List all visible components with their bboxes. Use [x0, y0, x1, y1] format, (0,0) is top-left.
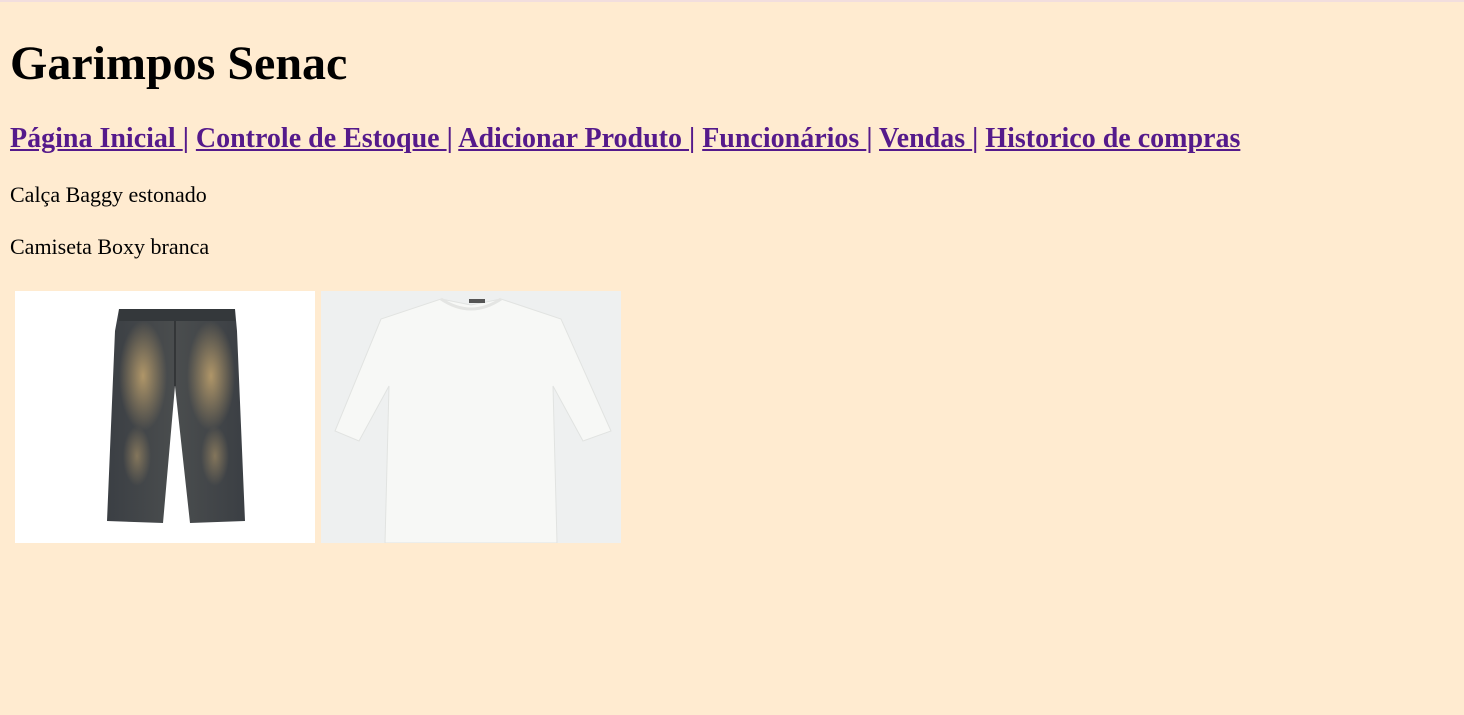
product-name-calca: Calça Baggy estonado [10, 182, 207, 207]
nav-separator: | [866, 123, 873, 154]
nav-link-historico-de-compras[interactable]: Historico de compras [985, 123, 1240, 154]
nav-separator: | [972, 123, 979, 154]
nav-separator: | [446, 123, 453, 154]
nav-separator: | [689, 123, 696, 154]
nav-link-vendas[interactable]: Vendas [879, 123, 972, 154]
tshirt-image [321, 291, 621, 543]
product-gallery [15, 291, 621, 543]
nav-link-controle-de-estoque[interactable]: Controle de Estoque [196, 123, 447, 154]
nav-link-funcionarios[interactable]: Funcionários [702, 123, 866, 154]
jeans-image [15, 291, 315, 543]
nav-link-adicionar-produto[interactable]: Adicionar Produto [458, 123, 689, 154]
nav-link-pagina-inicial[interactable]: Página Inicial [10, 123, 183, 154]
page-title: Garimpos Senac [10, 37, 348, 90]
main-nav: Página Inicial | Controle de Estoque | A… [10, 122, 1240, 156]
product-name-camiseta: Camiseta Boxy branca [10, 234, 210, 259]
nav-separator: | [182, 123, 189, 154]
